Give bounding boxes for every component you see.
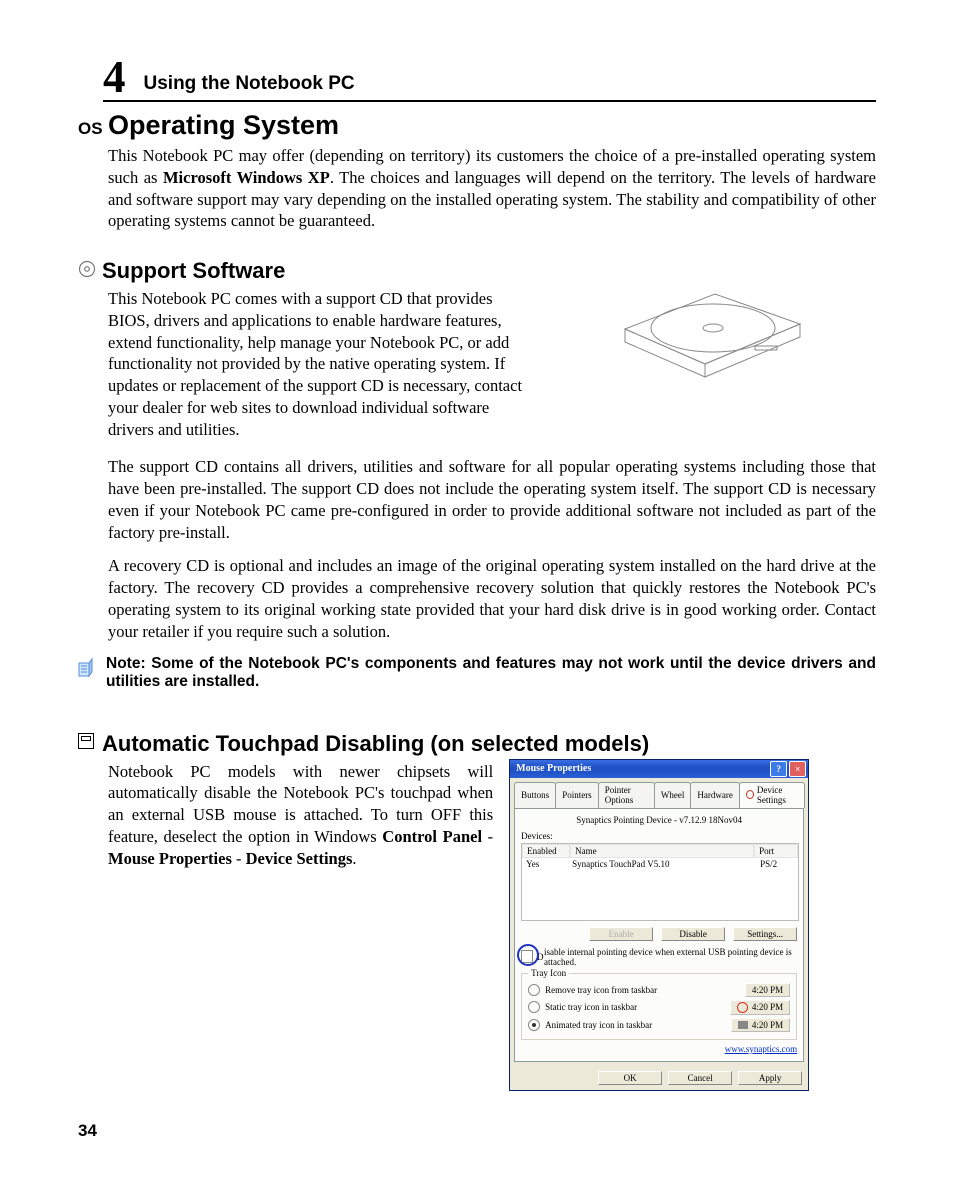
section-heading-operating-system: Operating System (108, 110, 339, 141)
dialog-title: Mouse Properties (516, 763, 591, 774)
page-number: 34 (78, 1121, 876, 1141)
synaptics-tray-icon (737, 1002, 748, 1013)
radio-animated-tray[interactable] (528, 1019, 540, 1031)
settings-button[interactable]: Settings... (733, 927, 797, 941)
devices-table: Enabled Name Port Yes Synaptics TouchPad… (521, 843, 799, 921)
help-button[interactable]: ? (770, 761, 787, 777)
paragraph-recovery: A recovery CD is optional and includes a… (108, 555, 876, 642)
synaptics-icon (746, 790, 754, 799)
tray-icon-legend: Tray Icon (528, 968, 569, 978)
dialog-titlebar[interactable]: Mouse Properties ? × (510, 760, 808, 778)
chapter-title: Using the Notebook PC (144, 73, 355, 95)
time-preview-1: 4:20 PM (745, 983, 790, 997)
dialog-tabs: Buttons Pointers Pointer Options Wheel H… (510, 778, 808, 808)
col-port[interactable]: Port (754, 844, 798, 858)
highlight-ring-icon (517, 944, 539, 966)
table-row[interactable]: Yes Synaptics TouchPad V5.10 PS/2 (522, 858, 798, 870)
disc-icon (78, 260, 102, 283)
checkbox-label: isable internal pointing device when ext… (544, 947, 797, 967)
tab-pointer-options[interactable]: Pointer Options (598, 782, 655, 808)
enable-button[interactable]: Enable (589, 927, 653, 941)
close-button[interactable]: × (789, 761, 806, 777)
section-heading-touchpad: Automatic Touchpad Disabling (on selecte… (102, 731, 649, 757)
tab-hardware[interactable]: Hardware (690, 782, 739, 808)
devices-label: Devices: (521, 831, 797, 841)
tab-wheel[interactable]: Wheel (654, 782, 691, 808)
tab-device-settings[interactable]: Device Settings (739, 782, 805, 808)
paragraph-os: This Notebook PC may offer (depending on… (108, 145, 876, 232)
touchpad-tray-icon (738, 1021, 748, 1029)
radio-label-animated: Animated tray icon in taskbar (545, 1020, 652, 1030)
touchpad-icon (78, 733, 102, 754)
time-preview-3: 4:20 PM (731, 1018, 790, 1032)
radio-label-remove: Remove tray icon from taskbar (545, 985, 657, 995)
time-preview-2: 4:20 PM (730, 1000, 790, 1015)
chapter-header: 4 Using the Notebook PC (103, 48, 876, 102)
disable-button[interactable]: Disable (661, 927, 725, 941)
cancel-button[interactable]: Cancel (668, 1071, 732, 1085)
radio-static-tray[interactable] (528, 1001, 540, 1013)
col-name[interactable]: Name (570, 844, 754, 858)
ok-button[interactable]: OK (598, 1071, 662, 1085)
cd-drive-illustration (544, 284, 876, 452)
radio-label-static: Static tray icon in taskbar (545, 1002, 637, 1012)
radio-remove-tray[interactable] (528, 984, 540, 996)
note-icon (78, 655, 106, 691)
tab-pointers[interactable]: Pointers (555, 782, 599, 808)
note-text: Note: Some of the Notebook PC's componen… (106, 655, 876, 691)
paragraph-touchpad: Notebook PC models with newer chipsets w… (108, 761, 493, 870)
paragraph-support-1: This Notebook PC comes with a support CD… (108, 288, 524, 440)
section-prefix: OS (78, 119, 108, 139)
col-enabled[interactable]: Enabled (522, 844, 570, 858)
apply-button[interactable]: Apply (738, 1071, 802, 1085)
paragraph-support-2: The support CD contains all drivers, uti… (108, 456, 876, 543)
section-heading-support-software: Support Software (102, 258, 285, 284)
tab-buttons[interactable]: Buttons (514, 782, 556, 808)
chapter-number: 4 (103, 51, 126, 103)
driver-version-text: Synaptics Pointing Device - v7.12.9 18No… (521, 815, 797, 825)
mouse-properties-dialog: Mouse Properties ? × Buttons Pointers Po… (509, 759, 809, 1091)
synaptics-link[interactable]: www.synaptics.com (725, 1044, 797, 1054)
